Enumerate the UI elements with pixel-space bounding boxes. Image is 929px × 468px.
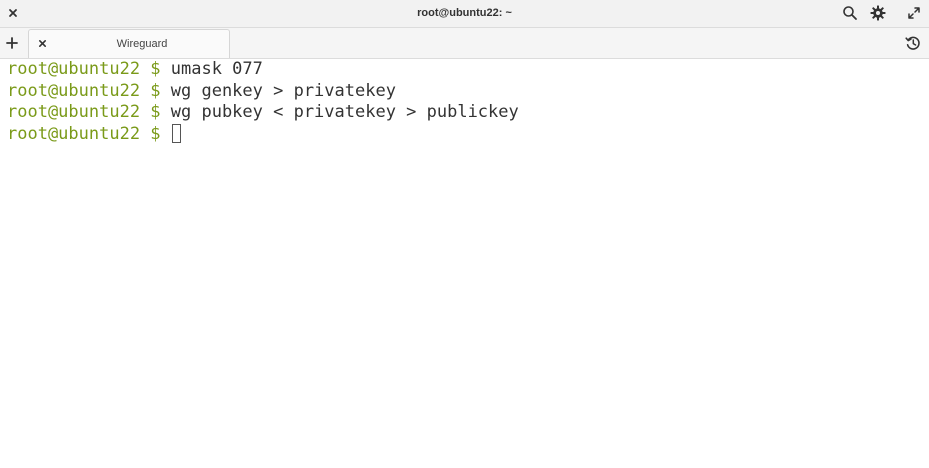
tab-label: Wireguard (116, 38, 168, 50)
shell-prompt: root@ubuntu22 $ (7, 59, 171, 79)
terminal-line: root@ubuntu22 $ wg pubkey < privatekey >… (7, 102, 929, 124)
plus-icon (6, 37, 18, 49)
terminal-line: root@ubuntu22 $ wg genkey > privatekey (7, 81, 929, 103)
tab-close-button[interactable] (33, 34, 51, 52)
new-tab-button[interactable] (2, 33, 22, 53)
window-title: root@ubuntu22: ~ (417, 7, 512, 19)
text-cursor (171, 123, 181, 143)
terminal-line: root@ubuntu22 $ umask 077 (7, 59, 929, 81)
command-text: wg pubkey < privatekey > publickey (170, 102, 519, 122)
history-button[interactable] (903, 33, 923, 53)
command-text: wg genkey > privatekey (170, 80, 396, 101)
settings-button[interactable] (868, 3, 888, 23)
gear-icon (870, 5, 886, 21)
shell-prompt: root@ubuntu22 $ (7, 80, 171, 101)
title-bar: root@ubuntu22: ~ (0, 0, 929, 28)
maximize-icon (908, 7, 920, 19)
maximize-button[interactable] (904, 3, 924, 23)
search-icon (843, 6, 857, 20)
shell-prompt: root@ubuntu22 $ (7, 102, 171, 122)
command-text: umask 077 (170, 59, 263, 79)
terminal-output[interactable]: root@ubuntu22 $ umask 077 root@ubuntu22 … (0, 59, 929, 468)
terminal-window: root@ubuntu22: ~ Wireguard root@ubuntu22… (0, 0, 929, 468)
tab-bar: Wireguard (0, 28, 929, 59)
terminal-line: root@ubuntu22 $ (7, 123, 929, 146)
search-button[interactable] (840, 3, 860, 23)
history-icon (905, 36, 920, 50)
close-icon (38, 39, 46, 47)
shell-prompt: root@ubuntu22 $ (7, 123, 171, 144)
tab-wireguard[interactable]: Wireguard (28, 29, 230, 58)
